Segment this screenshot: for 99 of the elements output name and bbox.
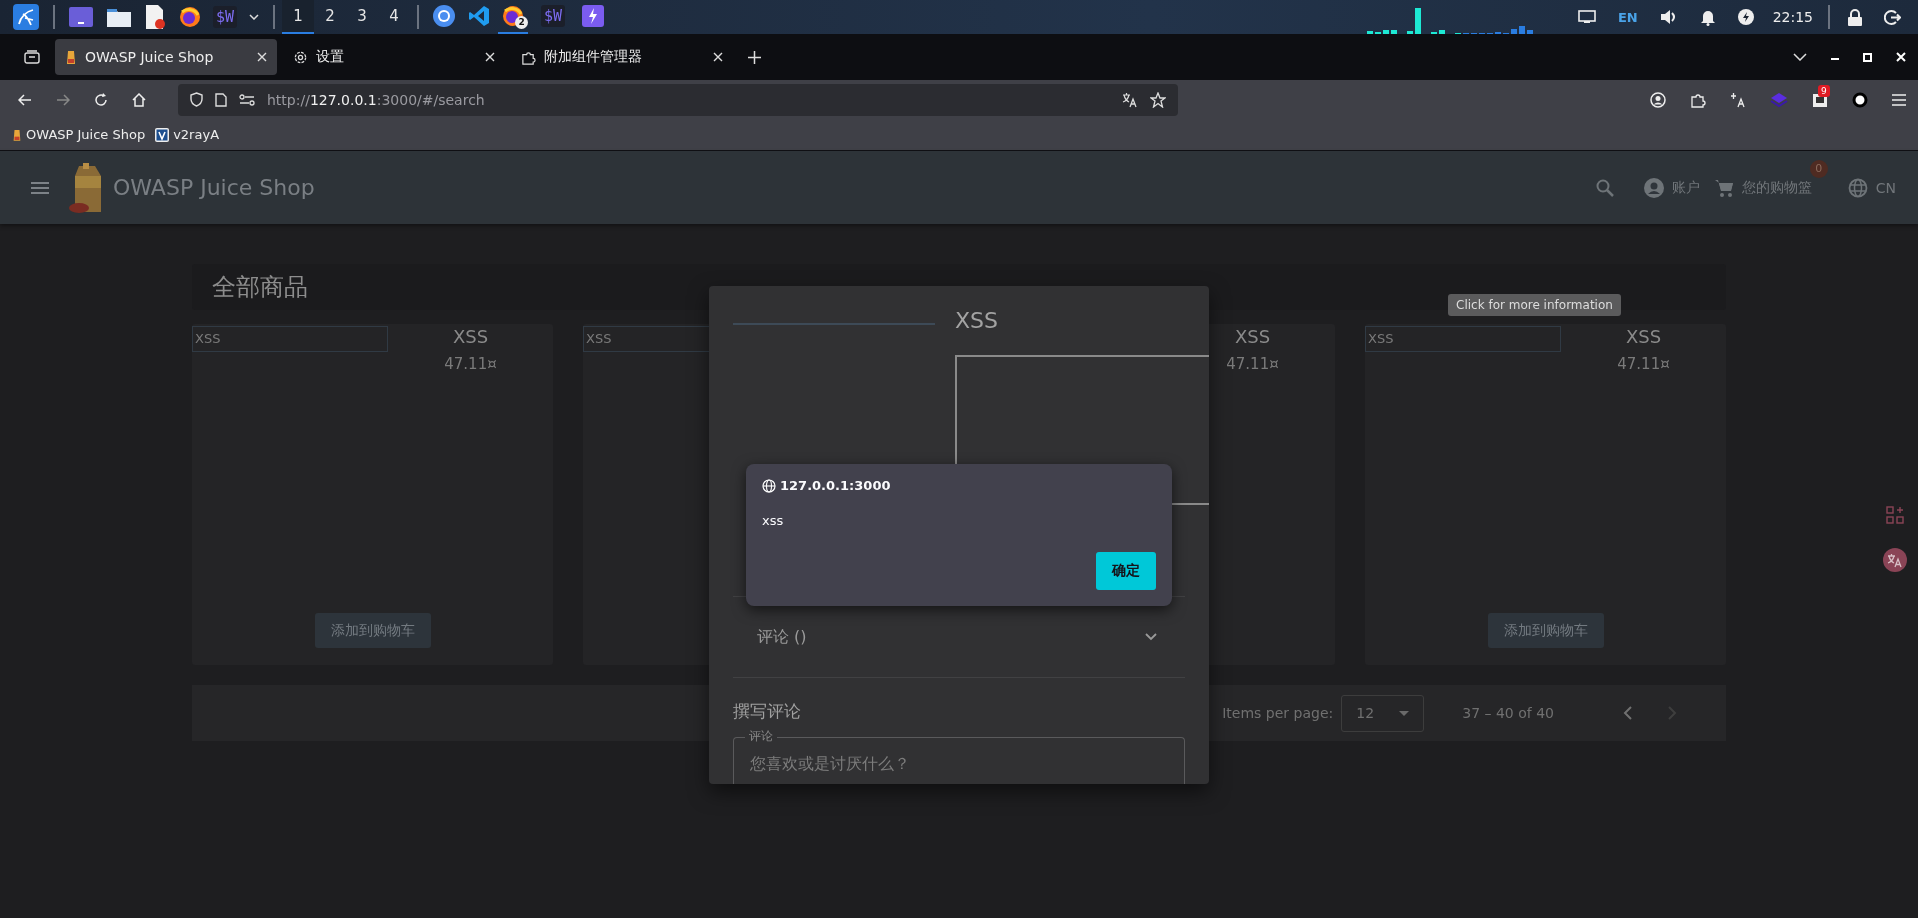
workspace-button[interactable]: 2: [314, 0, 347, 34]
permissions-icon[interactable]: [239, 93, 255, 106]
page-icon[interactable]: [215, 92, 227, 107]
product-title: XSS: [452, 326, 489, 347]
tab-overview-icon[interactable]: [24, 50, 40, 64]
chevron-down-icon: [1145, 633, 1157, 641]
account-icon[interactable]: [1650, 91, 1666, 108]
write-review-heading: 撰写评论: [733, 700, 802, 723]
product-price: 47.11¤: [1226, 355, 1279, 373]
add-to-basket-button[interactable]: 添加到购物车: [1487, 613, 1604, 648]
account-button[interactable]: 账户: [1643, 177, 1700, 198]
monitor-icon[interactable]: [1577, 10, 1596, 24]
document-icon[interactable]: [145, 5, 165, 29]
translate-icon[interactable]: [1730, 91, 1746, 108]
puzzle-icon: [521, 49, 536, 65]
back-icon[interactable]: [18, 93, 32, 106]
product-card[interactable]: XSS XSS 47.11¤ 添加到购物车: [192, 324, 553, 665]
browser-tab[interactable]: 附加组件管理器: [511, 39, 733, 75]
ring-icon[interactable]: [1852, 91, 1868, 108]
broken-image: XSS: [192, 326, 388, 352]
browser-tab[interactable]: OWASP Juice Shop: [55, 39, 277, 75]
browser-tab[interactable]: 设置: [283, 39, 505, 75]
chevron-down-icon[interactable]: [1793, 53, 1807, 61]
tooltip: Click for more information: [1448, 294, 1621, 316]
tab-title: OWASP Juice Shop: [85, 49, 215, 65]
new-tab-icon[interactable]: [748, 50, 761, 64]
maximize-icon[interactable]: [1863, 52, 1872, 62]
juice-icon: [12, 127, 22, 142]
lock-icon[interactable]: [1848, 8, 1862, 26]
keyboard-layout[interactable]: EN: [1617, 9, 1638, 25]
close-icon[interactable]: [257, 52, 267, 62]
workspace-button[interactable]: 3: [346, 0, 379, 34]
translate-icon[interactable]: [1122, 91, 1138, 108]
bookmark[interactable]: OWASP Juice Shop: [12, 127, 146, 142]
alert-message: xss: [762, 513, 785, 528]
tab-title: 附加组件管理器: [544, 48, 643, 66]
star-icon[interactable]: [1150, 91, 1166, 108]
add-to-basket-button[interactable]: 添加到购物车: [314, 613, 431, 648]
app-launcher[interactable]: $W: [213, 6, 238, 28]
home-icon[interactable]: [132, 92, 146, 107]
product-card[interactable]: XSS XSS 47.11¤ 添加到购物车: [1365, 324, 1726, 665]
notification-badge: 9: [1818, 84, 1830, 97]
workspace-button[interactable]: 4: [378, 0, 411, 34]
code-editor-icon: [468, 5, 491, 27]
address-bar[interactable]: http://127.0.0.1:3000/#/search: [178, 83, 1178, 116]
globe-icon: [762, 478, 776, 493]
folder-icon[interactable]: [107, 7, 131, 27]
app-title[interactable]: OWASP Juice Shop: [113, 175, 315, 200]
reload-icon[interactable]: [94, 92, 108, 107]
search-icon[interactable]: [1595, 178, 1614, 197]
product-price: 47.11¤: [1617, 355, 1670, 373]
product-price: 47.11¤: [444, 355, 497, 373]
globe-icon: [1847, 177, 1868, 198]
close-icon[interactable]: [485, 52, 495, 62]
caret-icon: [1399, 710, 1410, 716]
bookmark[interactable]: v2rayA: [155, 127, 220, 142]
puzzle-icon[interactable]: [1690, 91, 1706, 108]
language-button[interactable]: CN: [1847, 177, 1896, 198]
clock[interactable]: 22:15: [1772, 9, 1813, 25]
settings-icon: [293, 49, 308, 65]
juice-icon: [65, 49, 77, 65]
workspace-button[interactable]: 1: [282, 0, 315, 34]
product-title: XSS: [955, 308, 999, 335]
translate-icon[interactable]: [1883, 548, 1907, 572]
alert-origin: 127.0.0.1:3000: [780, 478, 891, 493]
cart-icon: [1713, 177, 1734, 198]
url-text: http://127.0.0.1:3000/#/search: [267, 91, 485, 108]
firefox-icon[interactable]: [179, 6, 201, 28]
items-per-page-label: Items per page:: [1222, 705, 1334, 721]
chromium-icon: [432, 4, 457, 28]
page-range: 37 – 40 of 40: [1462, 705, 1554, 721]
menu-icon[interactable]: [31, 181, 49, 194]
forward-icon[interactable]: [56, 93, 70, 106]
chevron-down-icon[interactable]: [249, 14, 260, 20]
logout-icon[interactable]: [1884, 8, 1901, 26]
page-heading: 全部商品: [212, 272, 308, 303]
window-count-badge: 2: [515, 16, 529, 29]
taskbar-app[interactable]: $W: [532, 0, 575, 34]
reviews-expander[interactable]: 评论 (): [733, 597, 1185, 677]
app-menu-icon[interactable]: [13, 4, 39, 30]
page-size-select[interactable]: 12: [1341, 694, 1425, 732]
terminal-icon[interactable]: [69, 7, 93, 27]
bell-icon[interactable]: [1699, 8, 1716, 26]
app-label: $W: [541, 5, 566, 27]
close-icon[interactable]: [713, 52, 723, 62]
product-title: XSS: [1234, 326, 1271, 347]
tab-title: 设置: [316, 48, 345, 66]
power-icon[interactable]: [1737, 9, 1754, 25]
basket-count-badge: 0: [1809, 159, 1828, 178]
product-title: XSS: [1625, 326, 1662, 347]
v-logo-icon: [155, 127, 170, 142]
account-icon: [1643, 177, 1664, 198]
broken-image: XSS: [1365, 326, 1561, 352]
ok-button[interactable]: 确定: [1096, 552, 1156, 590]
volume-icon[interactable]: [1659, 9, 1678, 25]
basket-button[interactable]: 您的购物篮: [1713, 177, 1812, 198]
previous-page-icon[interactable]: [1623, 706, 1633, 720]
shield-icon[interactable]: [190, 92, 203, 107]
lightning-icon: [582, 5, 605, 27]
